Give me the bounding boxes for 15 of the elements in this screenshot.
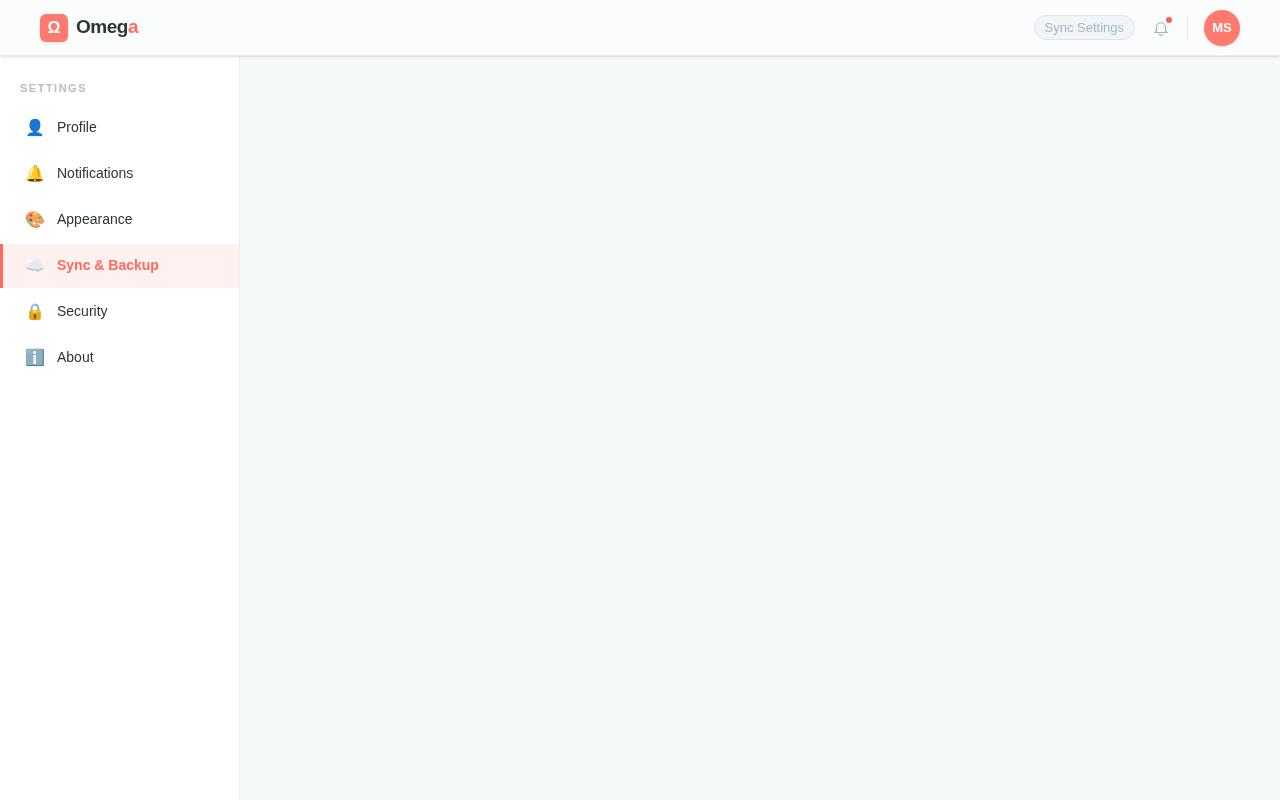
item-icon: 🔔 (25, 161, 45, 186)
sidebar-item[interactable]: 🔒 Security (0, 289, 239, 334)
item-icon: 🎨 (25, 207, 45, 232)
sidebar-heading: SETTINGS (19, 81, 88, 96)
logo-text: Omega (76, 15, 139, 40)
item-icon: 👤 (25, 115, 45, 140)
sidebar-item[interactable]: ℹ About (0, 335, 239, 380)
item-icon: ℹ (25, 345, 45, 370)
sidebar-item[interactable]: 🎨 Appearance (0, 197, 239, 242)
logo-mark: Ω (40, 13, 68, 42)
item-icon: ☁ (25, 253, 45, 278)
sidebar-item[interactable]: ☁ Sync & Backup (0, 243, 239, 288)
sidebar-item[interactable]: 🔔 Notifications (0, 151, 239, 196)
item-icon: 🔒 (25, 299, 45, 324)
sidebar-item[interactable]: 👤 Profile (0, 105, 239, 150)
